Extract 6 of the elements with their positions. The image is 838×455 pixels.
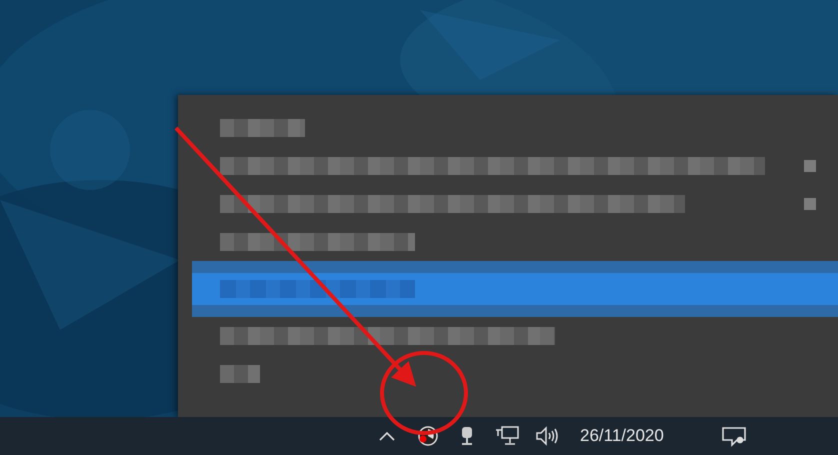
date-text[interactable]: 26/11/2020 [580, 426, 664, 446]
network-icon[interactable] [494, 424, 520, 448]
notifications-icon[interactable] [720, 424, 748, 448]
redacted-label [220, 365, 260, 383]
menu-item[interactable] [192, 261, 838, 317]
speaker-icon[interactable] [534, 424, 560, 448]
